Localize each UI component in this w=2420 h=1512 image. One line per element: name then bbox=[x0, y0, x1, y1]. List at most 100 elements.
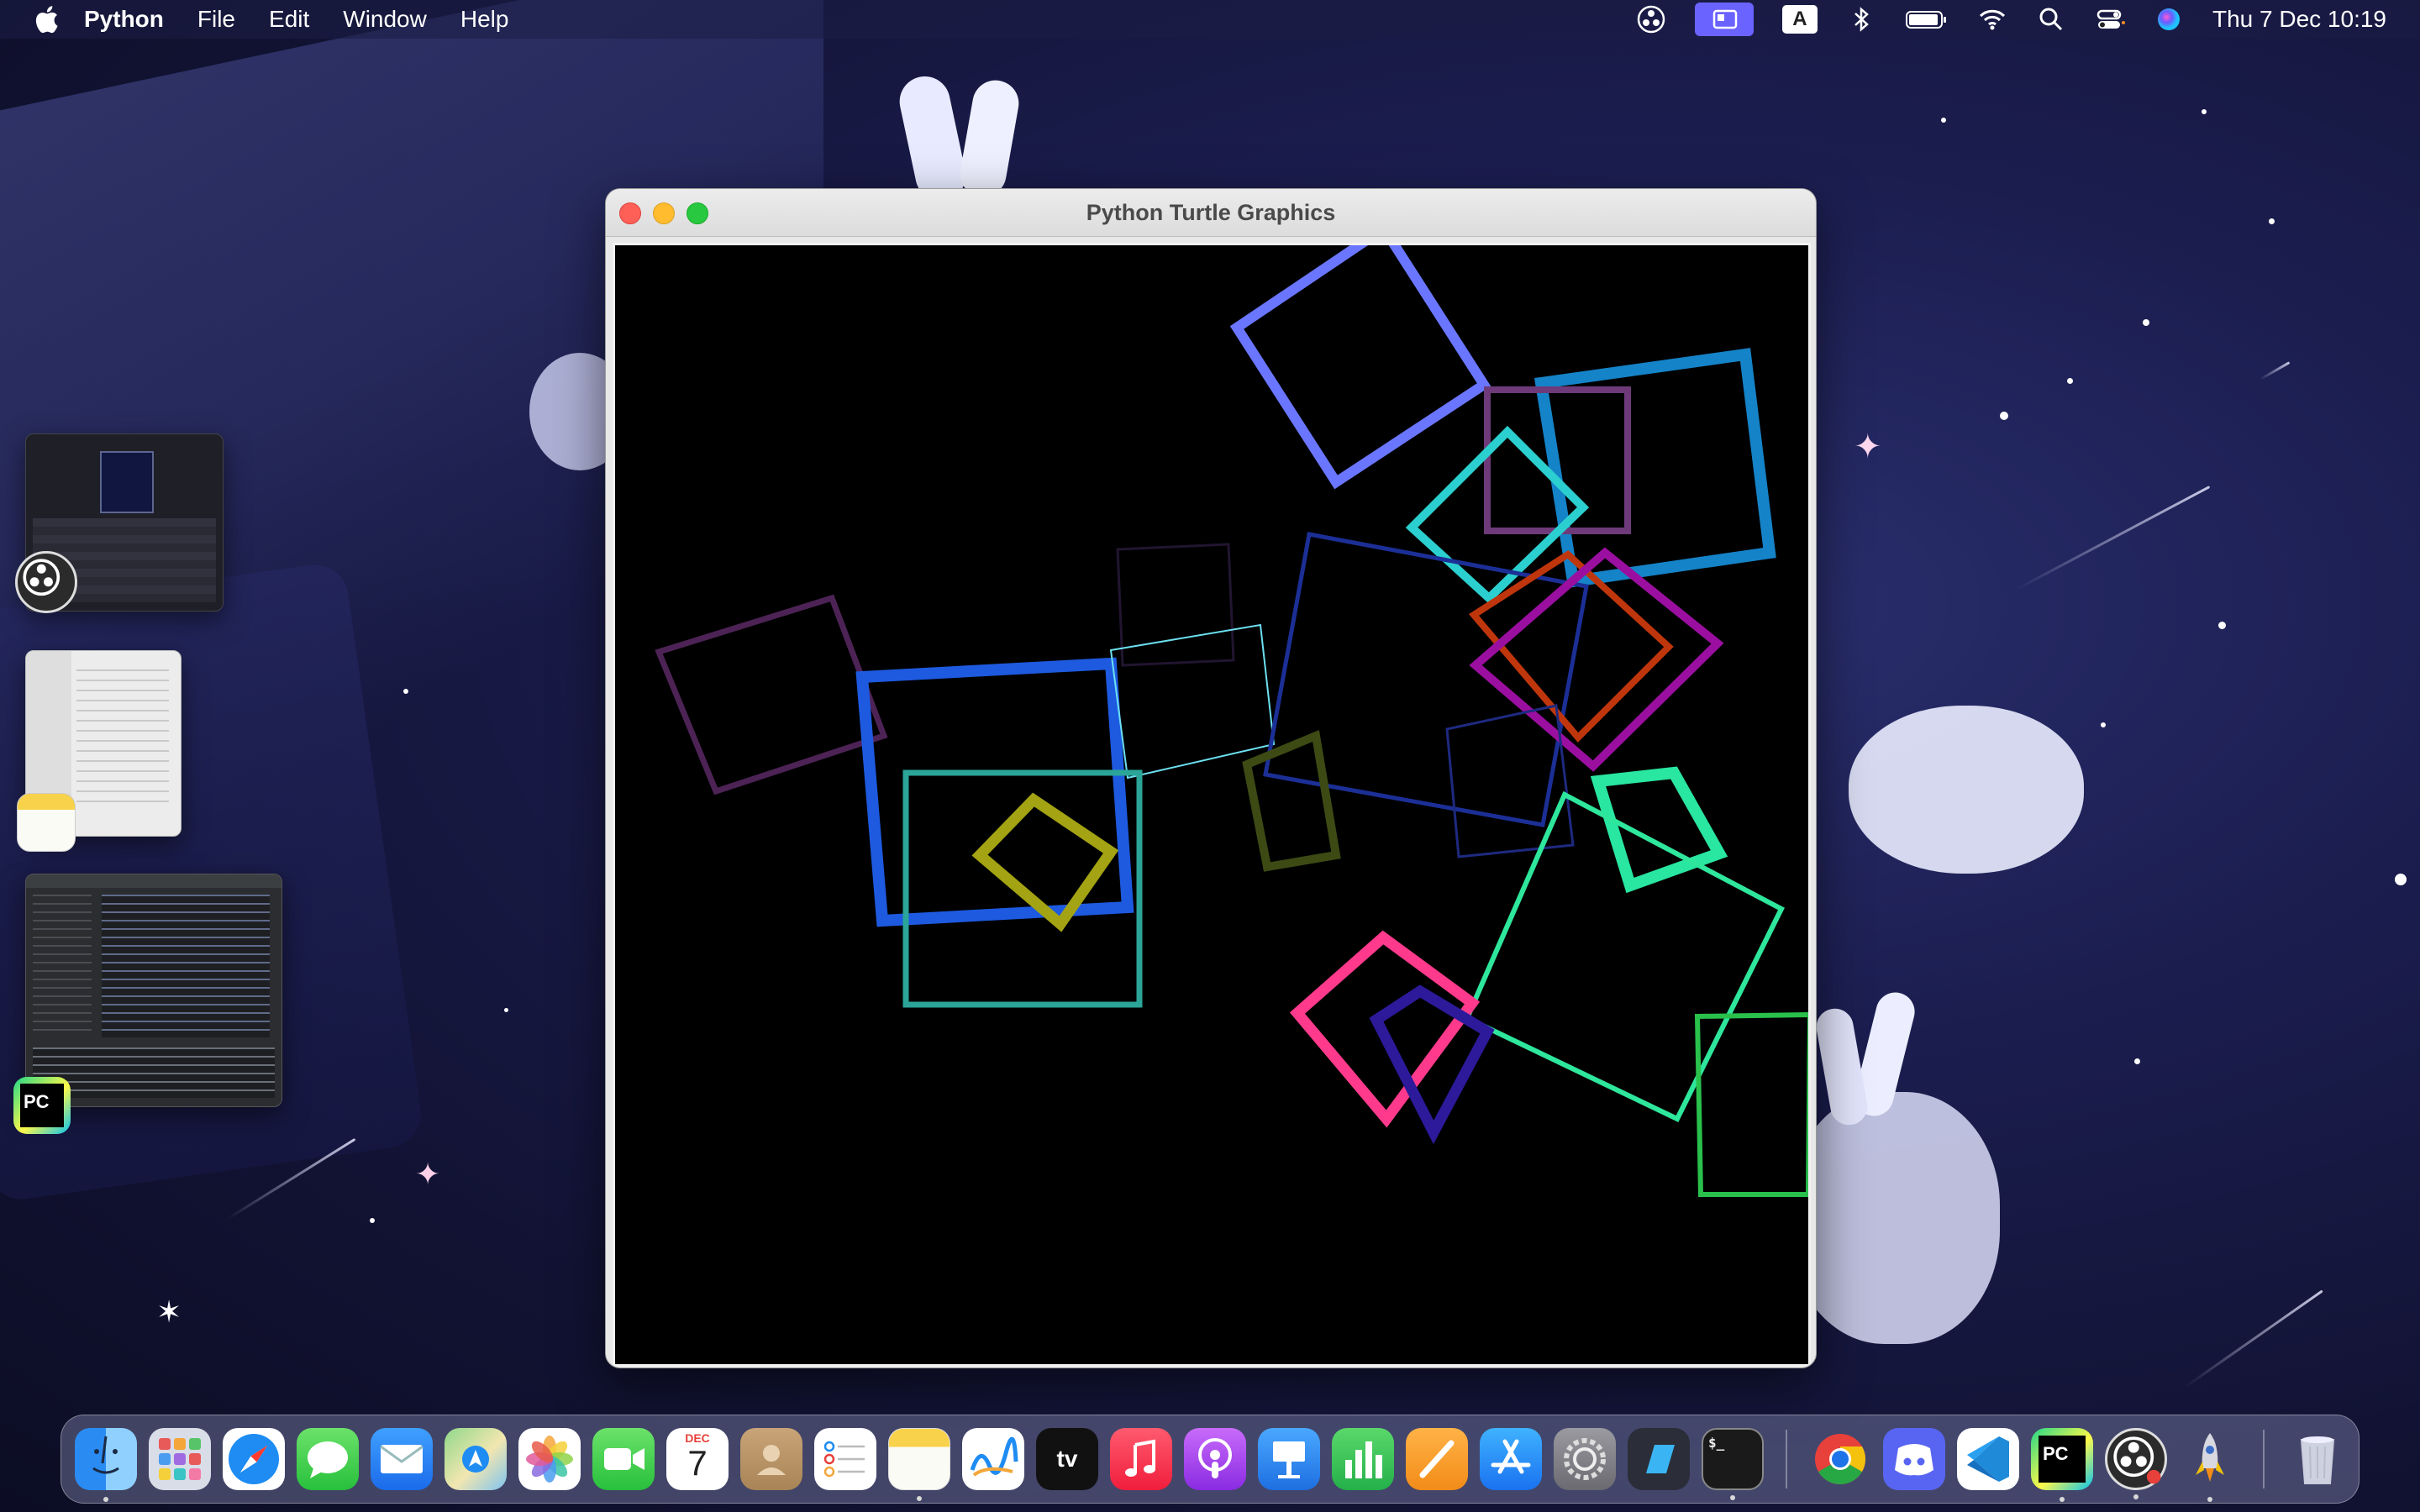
dock-calendar[interactable]: DEC 7 bbox=[666, 1428, 729, 1490]
dock-chrome[interactable] bbox=[1809, 1428, 1871, 1490]
running-indicator bbox=[1730, 1495, 1735, 1500]
maps-arrow-icon bbox=[462, 1446, 489, 1473]
dock-freeform[interactable] bbox=[962, 1428, 1024, 1490]
turtle-graphics-window: Python Turtle Graphics bbox=[605, 188, 1817, 1368]
stage-thumbnail-pycharm[interactable] bbox=[25, 874, 282, 1107]
calendar-day: 7 bbox=[687, 1443, 708, 1483]
dock-app-store[interactable] bbox=[1480, 1428, 1542, 1490]
dock-photos[interactable] bbox=[518, 1428, 581, 1490]
chrome-icon bbox=[1815, 1434, 1866, 1485]
dock-pages[interactable] bbox=[1406, 1428, 1468, 1490]
stage-manager-icon[interactable] bbox=[1694, 3, 1754, 36]
podcasts-icon bbox=[1198, 1438, 1232, 1478]
battery-icon[interactable] bbox=[1905, 4, 1949, 34]
dock-parallels-desktop[interactable] bbox=[1628, 1428, 1690, 1490]
window-titlebar[interactable]: Python Turtle Graphics bbox=[606, 189, 1816, 237]
obs-status-icon[interactable] bbox=[1636, 4, 1666, 34]
menubar-status-area: A Thu 7 Dec 10:19 bbox=[1636, 0, 2386, 39]
window-title: Python Turtle Graphics bbox=[1086, 200, 1336, 225]
notes-app-icon bbox=[17, 793, 76, 852]
dock-system-settings[interactable] bbox=[1554, 1428, 1616, 1490]
dock-maps[interactable] bbox=[445, 1428, 507, 1490]
numbers-bars-icon bbox=[1345, 1441, 1382, 1478]
terminal-icon: $_ bbox=[1708, 1435, 1725, 1451]
wifi-icon[interactable] bbox=[1977, 4, 2007, 34]
turtle-square-17 bbox=[1464, 790, 1785, 1122]
dock: DEC 7 tv $_ PC bbox=[60, 1415, 2360, 1504]
turtle-square-8 bbox=[1109, 623, 1276, 780]
dock-music[interactable] bbox=[1110, 1428, 1172, 1490]
parallels-icon bbox=[1646, 1445, 1675, 1473]
messages-bubble-icon bbox=[308, 1441, 348, 1478]
dock-obs[interactable] bbox=[2105, 1428, 2167, 1499]
dock-notes[interactable] bbox=[888, 1428, 950, 1501]
obs-icon bbox=[2113, 1436, 2161, 1484]
running-indicator bbox=[103, 1497, 108, 1502]
dock-numbers[interactable] bbox=[1332, 1428, 1394, 1490]
menu-app-name[interactable]: Python bbox=[84, 6, 164, 33]
dock-apple-tv[interactable]: tv bbox=[1036, 1428, 1098, 1490]
turtle-square-15 bbox=[1242, 729, 1341, 872]
vscode-icon bbox=[1967, 1436, 2009, 1482]
dock-trash[interactable] bbox=[2286, 1428, 2349, 1490]
discord-icon bbox=[1895, 1444, 1933, 1476]
running-indicator bbox=[2060, 1497, 2065, 1502]
dock-safari[interactable] bbox=[223, 1428, 285, 1490]
menu-window[interactable]: Window bbox=[343, 6, 427, 33]
dock-mail[interactable] bbox=[371, 1428, 433, 1490]
turtle-square-1 bbox=[1229, 245, 1491, 490]
dock-reminders[interactable] bbox=[814, 1428, 876, 1490]
obs-app-icon bbox=[15, 551, 77, 613]
launchpad-icon bbox=[159, 1438, 201, 1480]
menubar-clock[interactable]: Thu 7 Dec 10:19 bbox=[2212, 6, 2386, 33]
dock-pycharm[interactable]: PC bbox=[2031, 1428, 2093, 1502]
input-source-icon[interactable]: A bbox=[1781, 5, 1818, 34]
running-indicator bbox=[2133, 1494, 2139, 1499]
dock-contacts[interactable] bbox=[740, 1428, 802, 1490]
finder-icon bbox=[92, 1436, 119, 1474]
keynote-podium-icon bbox=[1273, 1441, 1305, 1478]
dock-separator bbox=[1786, 1430, 1787, 1488]
safari-compass-icon bbox=[229, 1434, 279, 1484]
dock-podcasts[interactable] bbox=[1184, 1428, 1246, 1490]
turtle-square-9 bbox=[1263, 532, 1589, 827]
contacts-person-icon bbox=[757, 1445, 786, 1475]
siri-icon[interactable] bbox=[2154, 4, 2184, 34]
pycharm-app-icon: PC bbox=[13, 1077, 71, 1134]
apple-logo-icon[interactable] bbox=[34, 5, 59, 34]
menu-bar: Python File Edit Window Help A Thu 7 Dec… bbox=[0, 0, 2420, 39]
python-rocket-icon bbox=[2196, 1433, 2224, 1482]
turtle-drawing bbox=[655, 245, 1808, 1197]
menu-file[interactable]: File bbox=[197, 6, 235, 33]
menu-edit[interactable]: Edit bbox=[269, 6, 309, 33]
gear-icon bbox=[1564, 1438, 1606, 1480]
running-indicator bbox=[2207, 1497, 2212, 1502]
running-indicator bbox=[917, 1496, 922, 1501]
reminders-list-icon bbox=[823, 1441, 865, 1478]
dock-terminal[interactable]: $_ bbox=[1702, 1428, 1764, 1500]
dock-separator bbox=[2263, 1430, 2265, 1488]
mail-envelope-icon bbox=[380, 1445, 424, 1473]
dock-vscode[interactable] bbox=[1957, 1428, 2019, 1490]
dock-finder[interactable] bbox=[75, 1428, 137, 1502]
dock-launchpad[interactable] bbox=[149, 1428, 211, 1490]
music-note-icon bbox=[1125, 1439, 1155, 1477]
pages-pen-icon bbox=[1419, 1440, 1455, 1478]
turtle-square-7 bbox=[1116, 543, 1235, 667]
control-center-icon[interactable] bbox=[2095, 4, 2125, 34]
dock-facetime[interactable] bbox=[592, 1428, 655, 1490]
turtle-square-5 bbox=[655, 594, 888, 795]
app-store-icon bbox=[1491, 1439, 1531, 1474]
dock-messages[interactable] bbox=[297, 1428, 359, 1490]
dock-python-launcher[interactable] bbox=[2179, 1428, 2241, 1502]
pycharm-icon: PC bbox=[2039, 1436, 2086, 1483]
spotlight-search-icon[interactable] bbox=[2036, 4, 2066, 34]
bluetooth-icon[interactable] bbox=[1846, 4, 1876, 34]
turtle-canvas[interactable] bbox=[613, 243, 1811, 1367]
apple-tv-icon: tv bbox=[1056, 1446, 1078, 1472]
trash-icon bbox=[2300, 1436, 2335, 1484]
dock-discord[interactable] bbox=[1883, 1428, 1945, 1490]
dock-keynote[interactable] bbox=[1258, 1428, 1320, 1490]
menu-help[interactable]: Help bbox=[460, 6, 509, 33]
facetime-camera-icon bbox=[604, 1448, 644, 1470]
